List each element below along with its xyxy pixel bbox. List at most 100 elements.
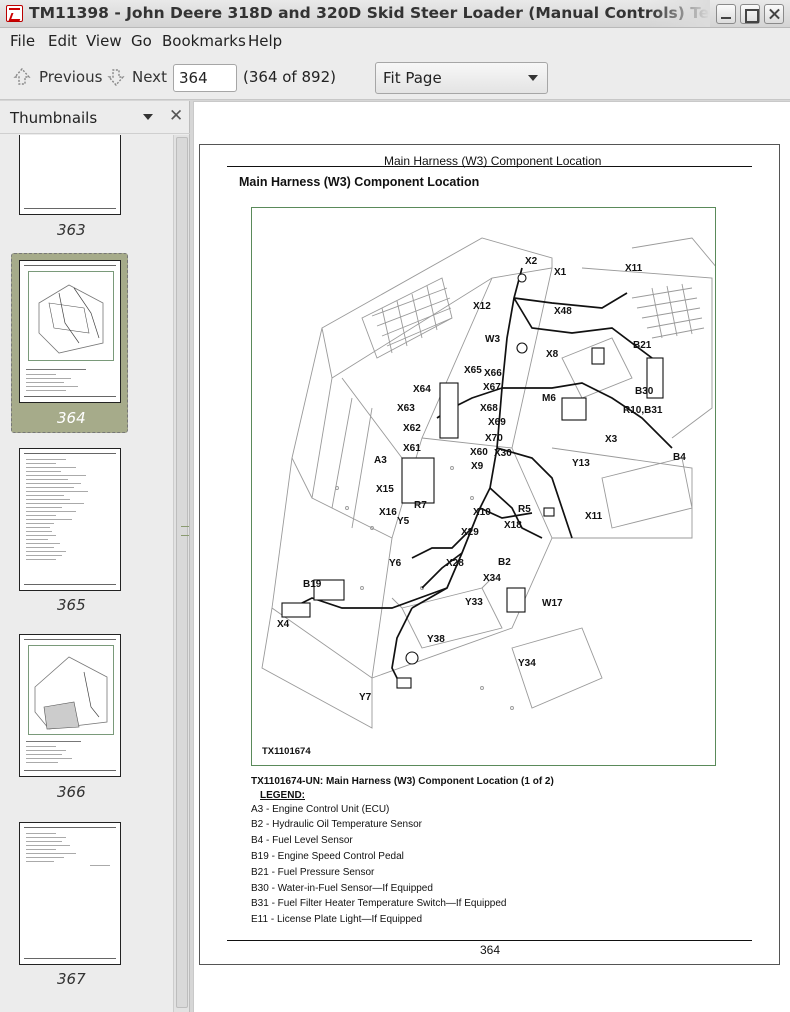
- legend-item: B2 - Hydraulic Oil Temperature Sensor: [251, 819, 422, 830]
- thumbnail-page-367[interactable]: [19, 822, 121, 965]
- scrollbar-thumb[interactable]: [176, 137, 189, 1008]
- thumbnail-label: 363: [57, 221, 86, 239]
- callout: B21: [633, 340, 652, 351]
- page-number: 364: [480, 943, 501, 957]
- sidebar-mode-dropdown[interactable]: [143, 114, 153, 120]
- menu-bookmarks[interactable]: Bookmarks: [162, 32, 246, 50]
- callout: X48: [554, 306, 572, 317]
- callout: M6: [542, 393, 556, 404]
- callout: X2: [525, 256, 538, 267]
- callout: X12: [473, 301, 491, 312]
- legend-title: LEGEND:: [260, 790, 305, 801]
- page-number-input[interactable]: [173, 64, 237, 92]
- window-title: TM11398 - John Deere 318D and 320D Skid …: [29, 4, 709, 22]
- callout: X69: [488, 417, 506, 428]
- thumbnail-label: 365: [57, 596, 86, 614]
- menu-edit[interactable]: Edit: [48, 32, 77, 50]
- figure-id: TX1101674: [262, 746, 311, 757]
- callout: X11: [585, 511, 603, 522]
- sidebar-header: Thumbnails ✕: [0, 101, 190, 134]
- callout: Y38: [427, 634, 445, 645]
- callout: X65: [464, 365, 482, 376]
- section-title: Main Harness (W3) Component Location: [239, 175, 480, 189]
- next-button[interactable]: Next: [103, 58, 167, 96]
- menu-help[interactable]: Help: [248, 32, 282, 50]
- callout: X34: [483, 573, 501, 584]
- callout: X3: [605, 434, 618, 445]
- callout: X9: [471, 461, 484, 472]
- previous-button[interactable]: Previous: [8, 58, 103, 96]
- arrow-up-icon: [13, 67, 31, 85]
- callout: X60: [470, 447, 488, 458]
- harness-diagram: X2 X1 X11 X12 X48 W3 X8 B21 M6 B30 R10,B…: [251, 207, 716, 766]
- toolbar: Previous Next (364 of 892) Fit Page: [0, 54, 790, 100]
- callout: X64: [413, 384, 431, 395]
- legend-item: B30 - Water-in-Fuel Sensor—If Equipped: [251, 883, 433, 894]
- callout: X29: [461, 527, 479, 538]
- callout: X30: [494, 448, 512, 459]
- callout: B4: [673, 452, 686, 463]
- thumbnail-page-364[interactable]: [19, 260, 121, 403]
- thumbnails-sidebar: Thumbnails ✕ 363 364 365 366 367: [0, 101, 190, 1012]
- callout: X18: [504, 520, 522, 531]
- close-window-button[interactable]: [764, 4, 784, 24]
- zoom-select[interactable]: Fit Page: [375, 62, 548, 94]
- callout: Y33: [465, 597, 483, 608]
- callout: X8: [546, 349, 559, 360]
- callout: Y6: [389, 558, 402, 569]
- thumbnail-page-366[interactable]: [19, 634, 121, 777]
- next-label: Next: [132, 68, 167, 86]
- callout: B30: [635, 386, 654, 397]
- legend-item: E11 - License Plate Light—If Equipped: [251, 914, 423, 925]
- maximize-button[interactable]: [740, 4, 760, 24]
- arrow-down-icon: [107, 69, 125, 87]
- thumbnail-page-363[interactable]: [19, 135, 121, 215]
- previous-label: Previous: [39, 68, 103, 86]
- callout: Y13: [572, 458, 590, 469]
- callout: Y7: [359, 692, 372, 703]
- close-sidebar-icon[interactable]: ✕: [169, 106, 183, 126]
- callout: X11: [625, 263, 643, 274]
- thumbnail-label: 367: [57, 970, 86, 988]
- callout: Y5: [397, 516, 410, 527]
- thumbnail-page-365[interactable]: [19, 448, 121, 591]
- callout: X66: [484, 368, 502, 379]
- callout: X15: [376, 484, 394, 495]
- legend-item: B21 - Fuel Pressure Sensor: [251, 867, 375, 878]
- callout: X67: [483, 382, 501, 393]
- menu-file[interactable]: File: [10, 32, 35, 50]
- thumbnail-label: 366: [57, 783, 86, 801]
- legend-item: B4 - Fuel Level Sensor: [251, 835, 353, 846]
- callout: X1: [554, 267, 567, 278]
- callout: A3: [374, 455, 387, 466]
- menu-view[interactable]: View: [86, 32, 122, 50]
- callout: X4: [277, 619, 290, 630]
- legend-item: B19 - Engine Speed Control Pedal: [251, 851, 404, 862]
- loader-drawing: [261, 237, 715, 729]
- callout: X63: [397, 403, 415, 414]
- callout: Y34: [518, 658, 536, 669]
- callout: X16: [379, 507, 397, 518]
- zoom-value: Fit Page: [383, 69, 442, 87]
- callout: X28: [446, 558, 464, 569]
- callout: X62: [403, 423, 421, 434]
- legend-item: A3 - Engine Control Unit (ECU): [251, 804, 390, 815]
- figure-caption: TX1101674-UN: Main Harness (W3) Componen…: [251, 776, 554, 787]
- thumbnail-label: 364: [57, 409, 86, 427]
- callout: W3: [485, 334, 500, 345]
- menu-bar: File Edit View Go Bookmarks Help: [0, 28, 790, 54]
- callout: X68: [480, 403, 498, 414]
- thumbnail-list: 363 364 365 366 367: [0, 135, 172, 1012]
- chevron-down-icon: [528, 75, 538, 81]
- sidebar-scrollbar[interactable]: [173, 135, 189, 1012]
- callout: X70: [485, 433, 503, 444]
- callout: R7: [414, 500, 427, 511]
- menu-go[interactable]: Go: [131, 32, 152, 50]
- pdf-app-icon: [6, 5, 23, 22]
- callout: X61: [403, 443, 421, 454]
- callout: W17: [542, 598, 563, 609]
- callout: R5: [518, 504, 531, 515]
- callout: B2: [498, 557, 511, 568]
- page-count: (364 of 892): [243, 68, 336, 86]
- minimize-button[interactable]: [716, 4, 736, 24]
